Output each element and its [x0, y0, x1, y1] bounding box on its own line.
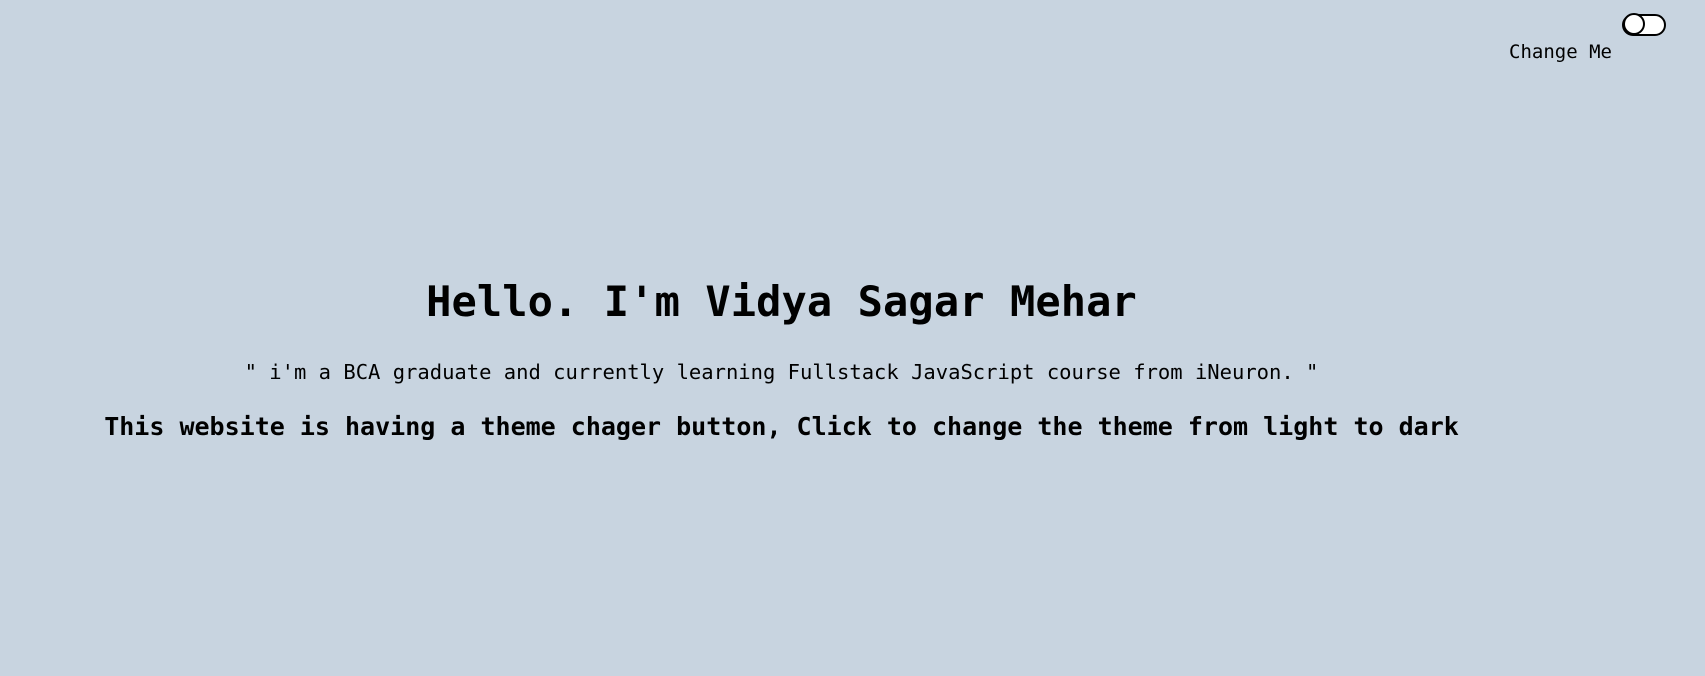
theme-switcher: Change Me: [1509, 13, 1669, 65]
hero-subtitle: " i'm a BCA graduate and currently learn…: [244, 360, 1319, 384]
hero-title: Hello. I'm Vidya Sagar Mehar: [426, 277, 1137, 326]
theme-toggle-label[interactable]: Change Me: [1509, 40, 1612, 64]
theme-toggle-switch[interactable]: [1622, 13, 1666, 36]
hero-note: This website is having a theme chager bu…: [104, 412, 1459, 441]
toggle-knob: [1623, 13, 1645, 35]
